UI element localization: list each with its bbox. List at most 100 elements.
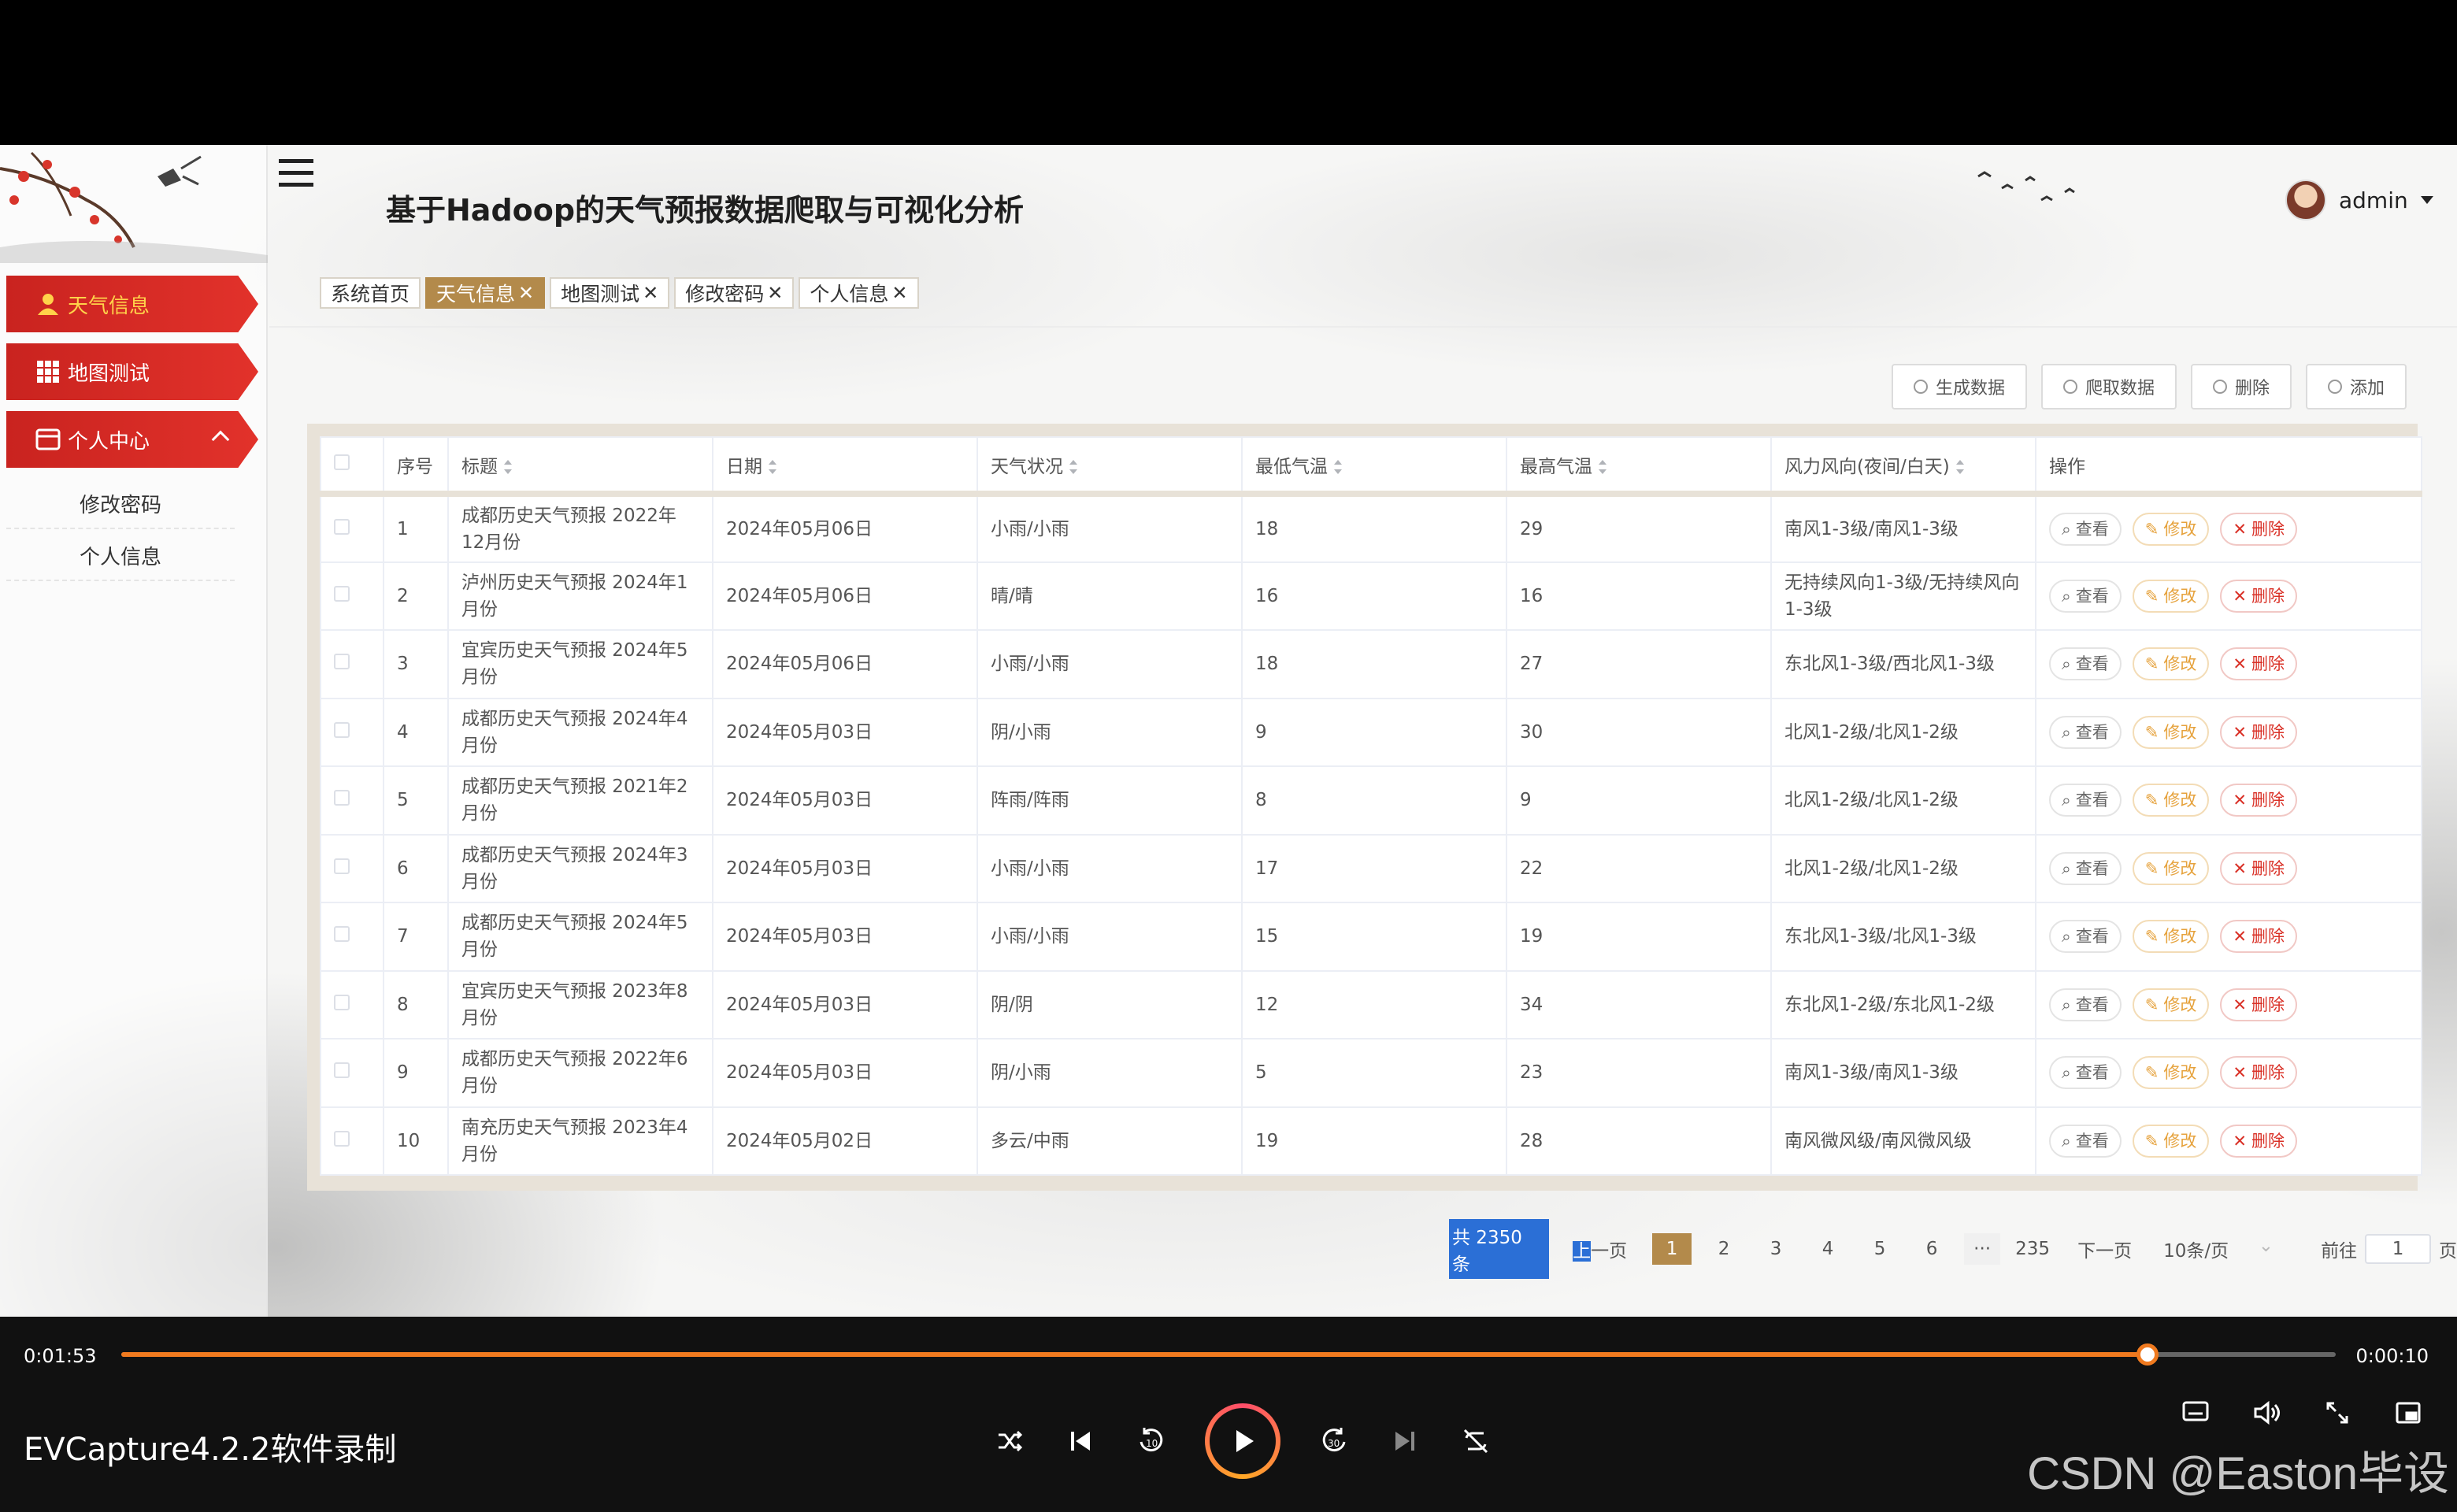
view-button[interactable]: ⌕ 查看	[2049, 1124, 2122, 1158]
forward-30-icon[interactable]: 30	[1317, 1424, 1351, 1458]
sort-icon[interactable]	[504, 460, 512, 474]
edit-button[interactable]: ✎ 修改	[2132, 1124, 2210, 1158]
menu-toggle-icon[interactable]	[279, 159, 313, 187]
sort-icon[interactable]	[1955, 460, 1964, 474]
column-header[interactable]: 日期	[712, 436, 978, 495]
select-all-checkbox[interactable]	[334, 454, 350, 470]
column-header[interactable]: 最低气温	[1241, 436, 1507, 495]
edit-button[interactable]: ✎ 修改	[2132, 988, 2210, 1021]
view-button[interactable]: ⌕ 查看	[2049, 715, 2122, 749]
view-button[interactable]: ⌕ 查看	[2049, 512, 2122, 546]
sort-icon[interactable]	[1069, 460, 1077, 474]
page-number[interactable]: 235	[2013, 1233, 2052, 1265]
volume-icon[interactable]	[2249, 1395, 2284, 1430]
delete-row-button[interactable]: ✕ 删除	[2220, 988, 2297, 1021]
delete-row-button[interactable]: ✕ 删除	[2220, 1056, 2297, 1090]
row-checkbox[interactable]	[334, 994, 350, 1010]
row-select-cell[interactable]	[320, 493, 384, 563]
page-number[interactable]: 2	[1704, 1233, 1744, 1265]
pip-icon[interactable]	[2391, 1395, 2426, 1430]
delete-row-button[interactable]: ✕ 删除	[2220, 579, 2297, 613]
shuffle-icon[interactable]	[992, 1424, 1027, 1458]
edit-button[interactable]: ✎ 修改	[2132, 579, 2210, 613]
view-button[interactable]: ⌕ 查看	[2049, 579, 2122, 613]
delete-button[interactable]: 删除	[2190, 364, 2292, 410]
row-select-cell[interactable]	[320, 1106, 384, 1176]
add-button[interactable]: 添加	[2305, 364, 2407, 410]
row-select-cell[interactable]	[320, 969, 384, 1040]
user-menu[interactable]: admin	[2285, 180, 2433, 220]
column-header[interactable]: 最高气温	[1506, 436, 1772, 495]
delete-row-button[interactable]: ✕ 删除	[2220, 512, 2297, 546]
view-button[interactable]: ⌕ 查看	[2049, 647, 2122, 681]
generate-data-button[interactable]: 生成数据	[1891, 364, 2027, 410]
edit-button[interactable]: ✎ 修改	[2132, 851, 2210, 885]
column-header[interactable]: 天气状况	[976, 436, 1243, 495]
edit-button[interactable]: ✎ 修改	[2132, 647, 2210, 681]
sort-icon[interactable]	[1334, 460, 1342, 474]
select-all-cell[interactable]	[320, 436, 384, 495]
row-select-cell[interactable]	[320, 629, 384, 699]
tab-change-password[interactable]: 修改密码 ✕	[674, 277, 795, 309]
tab-home[interactable]: 系统首页	[320, 277, 421, 309]
edit-button[interactable]: ✎ 修改	[2132, 784, 2210, 817]
sidebar-subitem-change-password[interactable]: 修改密码	[6, 479, 235, 529]
view-button[interactable]: ⌕ 查看	[2049, 920, 2122, 954]
close-icon[interactable]: ✕	[643, 282, 658, 304]
page-size-select[interactable]: 10条/页 ⌄	[2163, 1236, 2274, 1262]
row-select-cell[interactable]	[320, 697, 384, 767]
edit-button[interactable]: ✎ 修改	[2132, 920, 2210, 954]
row-checkbox[interactable]	[334, 1130, 350, 1147]
column-header[interactable]: 风力风向(夜间/白天)	[1770, 436, 2036, 495]
tab-map[interactable]: 地图测试 ✕	[550, 277, 670, 309]
edit-button[interactable]: ✎ 修改	[2132, 715, 2210, 749]
sort-icon[interactable]	[1599, 460, 1606, 474]
row-checkbox[interactable]	[334, 858, 350, 874]
tab-weather[interactable]: 天气信息 ✕	[425, 277, 546, 309]
page-number[interactable]: 4	[1808, 1233, 1847, 1265]
sidebar-item-personal-center[interactable]: 个人中心	[6, 411, 258, 468]
fullscreen-icon[interactable]	[2320, 1395, 2355, 1430]
crawl-data-button[interactable]: 爬取数据	[2040, 364, 2177, 410]
subtitle-icon[interactable]	[2178, 1395, 2213, 1430]
row-checkbox[interactable]	[334, 790, 350, 806]
row-checkbox[interactable]	[334, 1062, 350, 1079]
next-icon[interactable]	[1388, 1424, 1422, 1458]
row-select-cell[interactable]	[320, 1038, 384, 1108]
row-checkbox[interactable]	[334, 518, 350, 535]
delete-row-button[interactable]: ✕ 删除	[2220, 920, 2297, 954]
rewind-10-icon[interactable]: 10	[1134, 1424, 1169, 1458]
delete-row-button[interactable]: ✕ 删除	[2220, 647, 2297, 681]
column-header[interactable]: 标题	[447, 436, 713, 495]
view-button[interactable]: ⌕ 查看	[2049, 988, 2122, 1021]
progress-handle[interactable]	[2136, 1343, 2159, 1366]
view-button[interactable]: ⌕ 查看	[2049, 1056, 2122, 1090]
delete-row-button[interactable]: ✕ 删除	[2220, 851, 2297, 885]
previous-icon[interactable]	[1063, 1424, 1098, 1458]
row-checkbox[interactable]	[334, 926, 350, 943]
play-button[interactable]	[1205, 1403, 1280, 1479]
sort-icon[interactable]	[769, 460, 776, 474]
sidebar-item-weather[interactable]: 天气信息	[6, 276, 258, 332]
close-icon[interactable]: ✕	[767, 282, 783, 304]
progress-bar[interactable]	[121, 1343, 2336, 1366]
prev-page-button[interactable]: 上一页	[1573, 1236, 1627, 1262]
view-button[interactable]: ⌕ 查看	[2049, 784, 2122, 817]
loop-off-icon[interactable]	[1458, 1424, 1493, 1458]
row-select-cell[interactable]	[320, 765, 384, 836]
goto-page-input[interactable]: 1	[2365, 1234, 2432, 1264]
tab-personal-info[interactable]: 个人信息 ✕	[799, 277, 919, 309]
delete-row-button[interactable]: ✕ 删除	[2220, 715, 2297, 749]
view-button[interactable]: ⌕ 查看	[2049, 851, 2122, 885]
sidebar-subitem-personal-info[interactable]: 个人信息	[6, 531, 235, 581]
page-number[interactable]: 1	[1652, 1233, 1692, 1265]
delete-row-button[interactable]: ✕ 删除	[2220, 784, 2297, 817]
row-select-cell[interactable]	[320, 902, 384, 972]
page-number[interactable]: 6	[1912, 1233, 1951, 1265]
edit-button[interactable]: ✎ 修改	[2132, 1056, 2210, 1090]
edit-button[interactable]: ✎ 修改	[2132, 512, 2210, 546]
sidebar-item-map[interactable]: 地图测试	[6, 343, 258, 400]
row-select-cell[interactable]	[320, 833, 384, 903]
more-pages-button[interactable]: ···	[1964, 1233, 2001, 1265]
page-number[interactable]: 3	[1756, 1233, 1796, 1265]
